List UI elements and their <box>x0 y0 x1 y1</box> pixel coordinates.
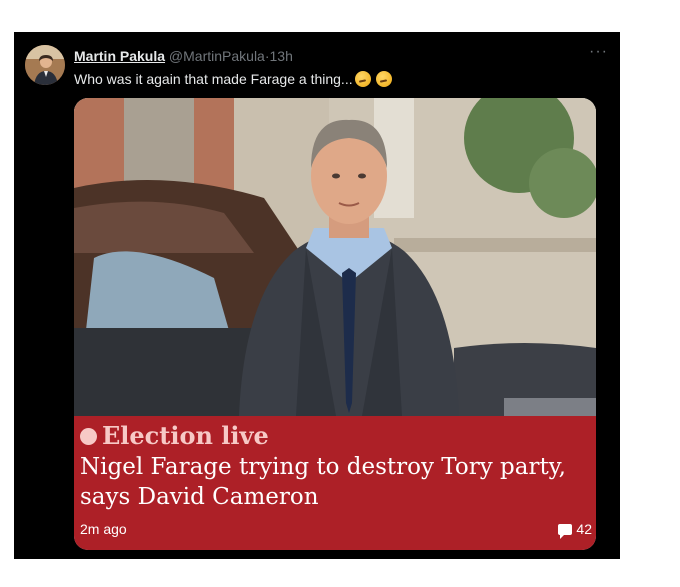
card-time: 2m ago <box>80 521 127 537</box>
profile-photo <box>25 45 65 85</box>
thinking-face-emoji-icon <box>354 71 371 87</box>
post-time[interactable]: 13h <box>270 48 293 64</box>
headline-banner: Election live Nigel Farage trying to des… <box>74 416 596 550</box>
more-options-button[interactable]: ··· <box>589 44 608 60</box>
author-name[interactable]: Martin Pakula <box>74 48 165 64</box>
comment-count-label: 42 <box>576 521 592 537</box>
comment-bubble-icon <box>558 524 573 539</box>
comment-count[interactable]: 42 <box>558 521 592 539</box>
link-card[interactable]: Election live Nigel Farage trying to des… <box>74 98 596 550</box>
tweet[interactable]: Martin Pakula @MartinPakula·13h ··· Who … <box>14 32 620 559</box>
thinking-face-emoji-icon <box>375 71 392 87</box>
tweet-header: Martin Pakula @MartinPakula·13h <box>74 47 606 65</box>
avatar[interactable] <box>25 45 65 85</box>
card-photo <box>74 98 596 416</box>
card-headline[interactable]: Nigel Farage trying to destroy Tory part… <box>80 452 580 512</box>
live-dot-icon <box>80 428 97 445</box>
author-handle[interactable]: @MartinPakula <box>169 48 265 64</box>
section-kicker: Election live <box>80 422 269 450</box>
kicker-label: Election live <box>102 421 269 450</box>
tweet-text-body: Who was it again that made Farage a thin… <box>74 71 353 87</box>
tweet-text: Who was it again that made Farage a thin… <box>74 69 606 89</box>
